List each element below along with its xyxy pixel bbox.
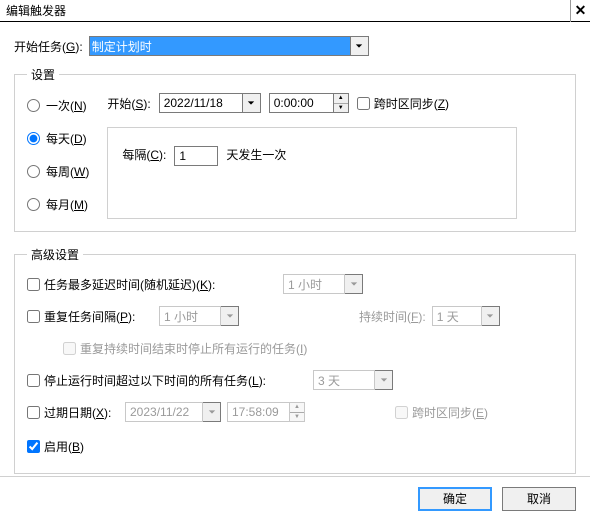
repeat-interval-checkbox[interactable]: 重复任务间隔(P):	[27, 308, 159, 325]
stop-at-end-checkbox: 重复持续时间结束时停止所有运行的任务(I)	[63, 340, 307, 357]
random-delay-checkbox[interactable]: 任务最多延迟时间(随机延迟)(K):	[27, 276, 283, 293]
advanced-legend: 高级设置	[27, 246, 83, 263]
stop-task-row: 停止运行时间超过以下时间的所有任务(L): 3 天	[27, 369, 563, 391]
expire-sync-checkbox: 跨时区同步(E)	[395, 404, 488, 421]
repeat-interval-combo[interactable]: 1 小时	[159, 306, 239, 326]
sync-timezone-checkbox[interactable]: 跨时区同步(Z)	[357, 95, 449, 112]
close-button[interactable]: ✕	[570, 0, 590, 22]
stop-task-combo[interactable]: 3 天	[313, 370, 393, 390]
chevron-down-icon[interactable]	[243, 93, 261, 113]
radio-once[interactable]: 一次(N)	[27, 97, 89, 114]
chevron-down-icon[interactable]	[351, 36, 369, 56]
start-date-picker[interactable]: 2022/11/18	[159, 93, 261, 113]
expire-date-picker[interactable]: 2023/11/22	[125, 402, 221, 422]
radio-monthly[interactable]: 每月(M)	[27, 196, 89, 213]
chevron-down-icon[interactable]	[203, 402, 221, 422]
radio-weekly[interactable]: 每周(W)	[27, 163, 89, 180]
duration-combo[interactable]: 1 天	[432, 306, 500, 326]
settings-group: 设置 一次(N) 每天(D) 每周(W)	[14, 66, 576, 232]
enabled-row: 启用(B)	[27, 435, 563, 457]
start-datetime-row: 开始(S): 2022/11/18 0:00:00 ▲▼	[107, 93, 563, 113]
chevron-down-icon[interactable]	[221, 306, 239, 326]
begin-task-row: 开始任务(G): 制定计划时	[14, 36, 576, 56]
schedule-radio-group: 一次(N) 每天(D) 每周(W) 每月(M)	[27, 93, 89, 219]
recur-every-input[interactable]: 1	[174, 146, 218, 166]
chevron-down-icon[interactable]	[345, 274, 363, 294]
begin-task-combo[interactable]: 制定计划时	[89, 36, 369, 56]
window-title: 编辑触发器	[6, 2, 570, 19]
begin-task-label: 开始任务(G):	[14, 38, 83, 55]
ok-button[interactable]: 确定	[418, 487, 492, 511]
cancel-button[interactable]: 取消	[502, 487, 576, 511]
enabled-checkbox[interactable]: 启用(B)	[27, 438, 84, 455]
spinner-arrows-icon[interactable]: ▲▼	[333, 93, 349, 113]
duration-label: 持续时间(F):	[359, 308, 426, 325]
expire-row: 过期日期(X): 2023/11/22 17:58:09 ▲▼ 跨时区同步(E)	[27, 401, 563, 423]
recur-label: 每隔(C):	[122, 146, 166, 163]
stop-at-end-row: 重复持续时间结束时停止所有运行的任务(I)	[27, 337, 563, 359]
titlebar: 编辑触发器 ✕	[0, 0, 590, 22]
dialog-content: 开始任务(G): 制定计划时 设置 一次(N) 每天	[0, 22, 590, 476]
start-time-spinner[interactable]: 0:00:00 ▲▼	[269, 93, 349, 113]
button-bar: 确定 取消	[0, 476, 590, 520]
repeat-interval-row: 重复任务间隔(P): 1 小时 持续时间(F): 1 天	[27, 305, 563, 327]
recurrence-box: 每隔(C): 1 天发生一次	[107, 127, 517, 219]
random-delay-row: 任务最多延迟时间(随机延迟)(K): 1 小时	[27, 273, 563, 295]
radio-daily[interactable]: 每天(D)	[27, 130, 89, 147]
stop-task-checkbox[interactable]: 停止运行时间超过以下时间的所有任务(L):	[27, 372, 313, 389]
expire-time-spinner[interactable]: 17:58:09 ▲▼	[227, 402, 305, 422]
expire-checkbox[interactable]: 过期日期(X):	[27, 404, 125, 421]
chevron-down-icon[interactable]	[482, 306, 500, 326]
chevron-down-icon[interactable]	[375, 370, 393, 390]
start-label: 开始(S):	[107, 95, 150, 112]
edit-trigger-dialog: 编辑触发器 ✕ 开始任务(G): 制定计划时 设置 一次(N)	[0, 0, 590, 520]
recur-suffix-label: 天发生一次	[226, 146, 286, 163]
random-delay-combo[interactable]: 1 小时	[283, 274, 363, 294]
spinner-arrows-icon[interactable]: ▲▼	[289, 402, 305, 422]
settings-legend: 设置	[27, 66, 59, 83]
advanced-group: 高级设置 任务最多延迟时间(随机延迟)(K): 1 小时 重复任务间隔(P): …	[14, 246, 576, 474]
